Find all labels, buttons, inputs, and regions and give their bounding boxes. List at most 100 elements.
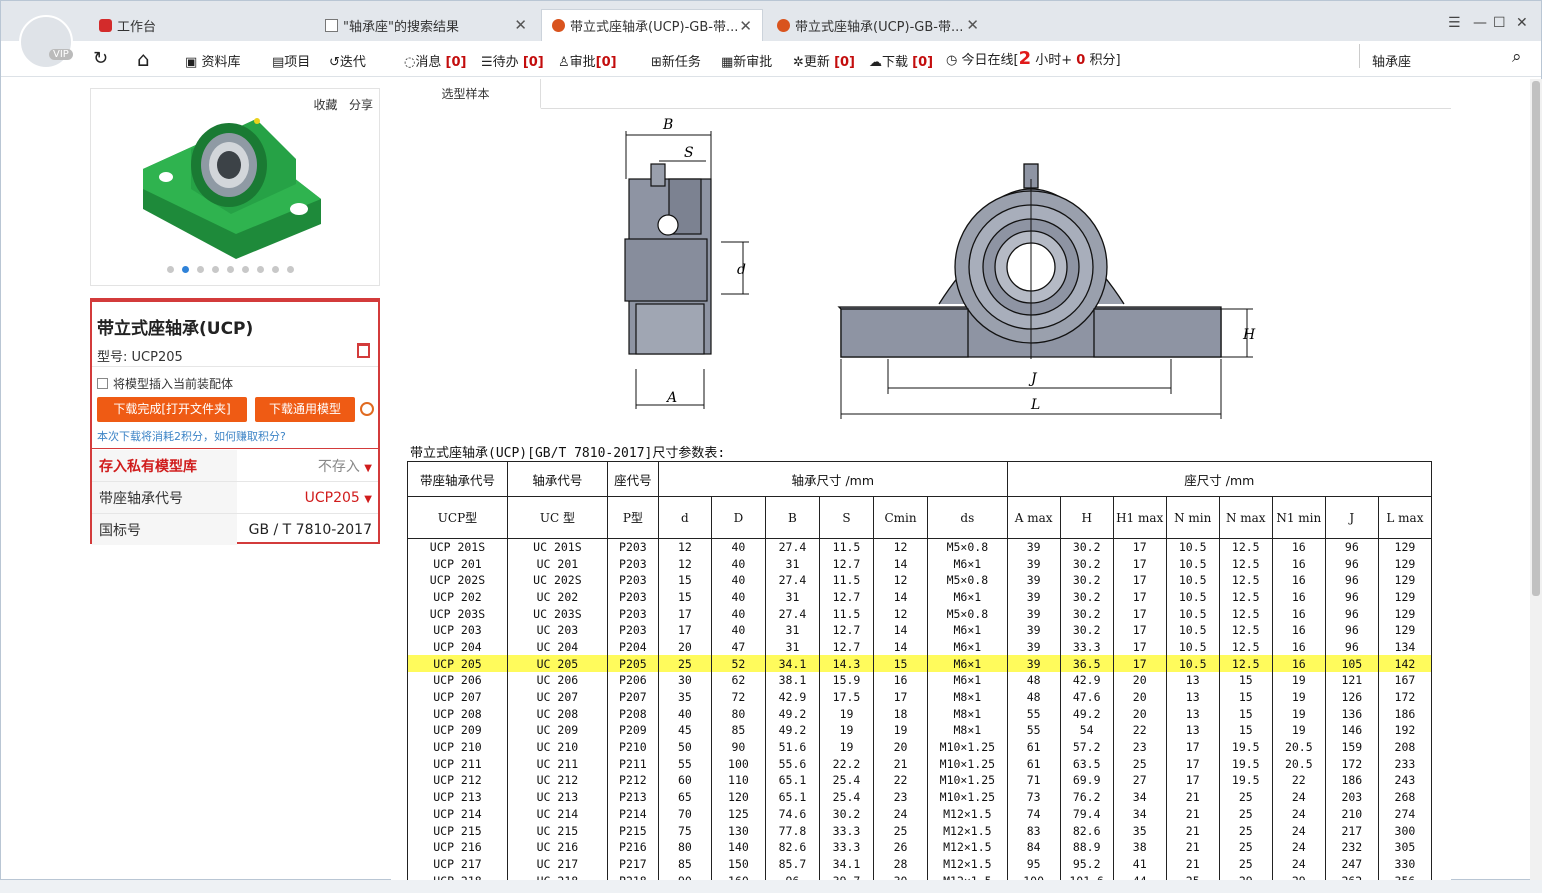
home-icon[interactable]: ⌂ (137, 47, 150, 71)
table-cell: UCP 206 (407, 672, 508, 689)
private-library-row[interactable]: 存入私有模型库 不存入 ▼ (92, 450, 378, 481)
table-cell: 16 (1271, 538, 1326, 556)
table-cell: P206 (606, 672, 659, 689)
trash-icon[interactable] (357, 343, 370, 358)
checkbox-icon[interactable] (97, 378, 108, 389)
search-text[interactable]: 轴承座 (1372, 51, 1411, 70)
menu-icon[interactable]: ☰ (1448, 15, 1461, 31)
table-cell: 129 (1377, 571, 1433, 589)
table-cell: 83 (1006, 822, 1061, 839)
table-cell: 25 (1218, 838, 1273, 856)
table-cell: UCP 201 (407, 555, 508, 572)
carousel-dot[interactable] (227, 266, 234, 273)
table-cell: 42.9 (1059, 672, 1114, 689)
table-cell: 55 (1006, 705, 1061, 723)
table-cell: 19.5 (1218, 772, 1273, 789)
scrollbar-thumb[interactable] (1532, 81, 1540, 596)
carousel-dot[interactable] (287, 266, 294, 273)
table-cell: 16 (1271, 638, 1326, 656)
table-cell: P205 (606, 655, 659, 672)
download-button[interactable]: ☁下载 [0] (869, 51, 933, 70)
maximize-icon[interactable]: ☐ (1493, 15, 1506, 31)
table-cell: P203 (606, 538, 659, 556)
sub-header-cell: B (764, 496, 820, 539)
carousel-dot[interactable] (242, 266, 249, 273)
close-icon[interactable]: ✕ (739, 17, 752, 35)
table-cell: 39 (1006, 605, 1061, 622)
search-icon[interactable]: ⌕ (1512, 47, 1522, 67)
points-cost-link[interactable]: 本次下载将消耗2积分，如何赚取积分? (97, 428, 286, 444)
gear-icon[interactable] (360, 402, 374, 416)
new-task-button[interactable]: ⊞新任务 (651, 51, 701, 70)
open-folder-button[interactable]: 下载完成[打开文件夹] (97, 397, 247, 422)
table-row: UCP 203S UC 203S P203 17 40 27.4 11.5 12 M5×0.8 3… (407, 605, 1433, 622)
iteration-button[interactable]: ↺迭代 (329, 51, 366, 70)
message-icon: ◌ (404, 55, 416, 70)
close-icon[interactable]: ✕ (966, 16, 979, 34)
close-window-icon[interactable]: ✕ (1516, 15, 1528, 31)
bearing-code-row[interactable]: 带座轴承代号 UCP205 ▼ (92, 482, 378, 513)
header-bearing-code: 轴承代号 (506, 461, 608, 497)
table-cell: 15 (1218, 672, 1273, 689)
table-cell: 186 (1377, 705, 1433, 723)
carousel-dot[interactable] (197, 266, 204, 273)
table-cell: 247 (1324, 855, 1379, 873)
private-library-select[interactable]: 不存入 ▼ (237, 456, 378, 476)
library-button[interactable]: ▣ 资料库 (185, 51, 240, 70)
tab-product[interactable]: 带立式座轴承(UCP)-GB-带... ✕ (767, 9, 989, 41)
vip-badge: VIP (49, 49, 73, 60)
label-S: S (684, 145, 694, 161)
table-cell: 38.1 (764, 672, 820, 689)
table-cell: P211 (606, 755, 659, 773)
table-cell: P210 (606, 738, 659, 756)
download-generic-model-button[interactable]: 下载通用模型 (255, 397, 355, 422)
table-cell: 19 (818, 722, 875, 739)
carousel-dot[interactable] (257, 266, 264, 273)
table-cell: P212 (606, 772, 659, 789)
refresh-icon[interactable]: ↻ (93, 48, 108, 69)
label-H: H (1242, 327, 1256, 343)
vertical-scrollbar[interactable] (1530, 79, 1542, 881)
close-icon[interactable]: ✕ (514, 16, 527, 34)
carousel-dot[interactable] (167, 266, 174, 273)
table-cell: 17 (657, 621, 712, 639)
avatar[interactable]: VIP (19, 15, 73, 69)
carousel-dot[interactable] (212, 266, 219, 273)
standard-number-value: GB / T 7810-2017 (248, 521, 372, 538)
site-icon (552, 19, 565, 32)
review-button[interactable]: ♙审批[0] (558, 51, 617, 70)
document-icon (325, 18, 338, 32)
table-row: UCP 212 UC 212 P212 60 110 65.1 25.4 22 M10×1.25… (407, 772, 1433, 789)
insert-assembly-checkbox[interactable]: 将模型插入当前装配体 (97, 375, 233, 392)
project-button[interactable]: ▤项目 (272, 51, 310, 70)
table-cell: 14.3 (818, 655, 875, 672)
todo-button[interactable]: ☰待办 [0] (481, 51, 544, 70)
share-link[interactable]: 分享 (349, 98, 373, 112)
table-cell: 85 (710, 722, 766, 739)
tab-selection-sample[interactable]: 选型样本 (391, 79, 541, 109)
tab-product-active[interactable]: 带立式座轴承(UCP)-GB-带... ✕ (541, 9, 763, 41)
table-cell: M8×1 (927, 705, 1008, 723)
minimize-icon[interactable]: — (1473, 15, 1487, 31)
model-thumbnail[interactable]: 收藏 分享 (90, 88, 380, 286)
carousel-dot[interactable] (272, 266, 279, 273)
new-review-button[interactable]: ▦新审批 (721, 51, 772, 70)
table-cell: 129 (1377, 555, 1433, 572)
messages-button[interactable]: ◌消息 [0] (404, 51, 466, 70)
update-button[interactable]: ✲更新 [0] (793, 51, 855, 70)
tab-workbench[interactable]: 工作台 (89, 9, 311, 41)
table-cell: 74.6 (764, 805, 820, 823)
carousel-dot[interactable] (182, 266, 189, 273)
tab-search-results[interactable]: "轴承座"的搜索结果 ✕ (315, 9, 537, 41)
table-cell: 65 (657, 788, 712, 806)
table-cell: 33.3 (1059, 638, 1114, 656)
table-cell: 14 (873, 555, 929, 572)
table-cell: 15 (657, 588, 712, 606)
sub-header-cell: ds (927, 496, 1008, 539)
project-icon: ▤ (272, 55, 285, 70)
table-cell: 24 (1271, 838, 1326, 856)
bearing-code-select[interactable]: UCP205 ▼ (237, 490, 378, 506)
spec-table-body: UCP 201S UC 201S P203 12 40 27.4 11.5 12 M5×0.8 3… (407, 538, 1433, 881)
table-row: UCP 201S UC 201S P203 12 40 27.4 11.5 12 M5×0.8 3… (407, 538, 1433, 556)
table-cell: 40 (657, 705, 712, 723)
